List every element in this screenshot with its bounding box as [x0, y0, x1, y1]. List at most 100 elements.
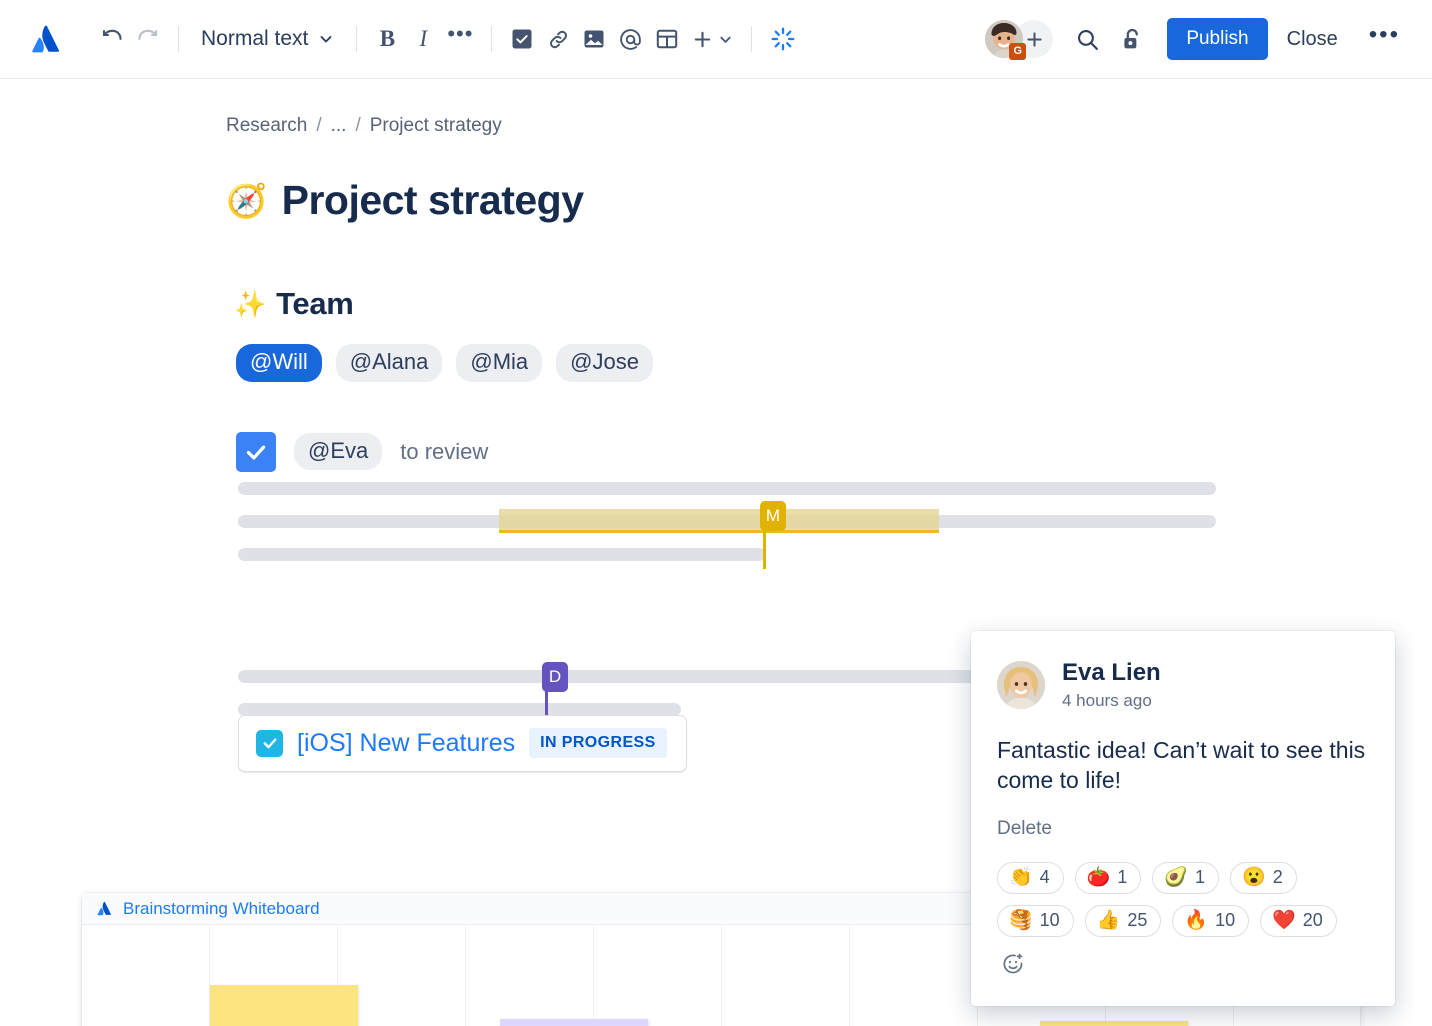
unlock-icon	[1124, 28, 1139, 48]
image-icon	[584, 30, 604, 48]
editor-toolbar: Normal text B I ••• G Publish Close •••	[0, 0, 1432, 79]
compass-emoji-icon[interactable]: 🧭	[226, 184, 267, 217]
reaction-clap[interactable]: 👏 4	[997, 861, 1064, 894]
check-icon	[246, 445, 266, 460]
close-button[interactable]: Close	[1272, 19, 1353, 60]
table-button[interactable]	[649, 21, 685, 57]
sparkles-emoji-icon: ✨	[234, 289, 267, 319]
plus-icon	[695, 31, 711, 47]
more-formatting-button[interactable]: •••	[441, 21, 479, 57]
undo-button[interactable]	[94, 21, 130, 57]
jira-issue-card[interactable]: [iOS] New Features IN PROGRESS	[238, 715, 687, 772]
bold-label: B	[379, 26, 396, 51]
reaction-heart[interactable]: ❤️ 20	[1260, 904, 1337, 937]
breadcrumb-separator: /	[316, 115, 322, 136]
page-title-text: Project strategy	[281, 177, 584, 223]
at-mention-icon	[620, 28, 642, 50]
mention-chip-mia[interactable]: @Mia	[456, 344, 543, 382]
image-button[interactable]	[576, 21, 612, 57]
heart-emoji-icon: ❤️	[1272, 909, 1296, 931]
publish-button[interactable]: Publish	[1167, 18, 1268, 60]
toolbar-divider	[751, 26, 753, 52]
reaction-thumbsup[interactable]: 👍 25	[1084, 904, 1162, 937]
cursor-initial: M	[765, 505, 781, 525]
reaction-count: 2	[1272, 866, 1283, 887]
placeholder-bar	[238, 481, 1216, 495]
sticky-note[interactable]: Make sure to share with sales before the…	[500, 1019, 648, 1026]
reaction-surprised[interactable]: 😮 2	[1230, 861, 1297, 894]
atlassian-logo-icon[interactable]	[26, 19, 66, 59]
breadcrumb: Research / ... / Project strategy	[226, 115, 1432, 137]
team-heading-text: Team	[276, 286, 354, 321]
placeholder-bar	[238, 702, 681, 716]
text-highlight-selection	[499, 508, 939, 533]
restrictions-button[interactable]	[1114, 21, 1151, 57]
mention-chip-alana[interactable]: @Alana	[335, 344, 443, 382]
action-item-row: @Eva to review	[236, 431, 1432, 472]
page-title[interactable]: 🧭 Project strategy	[226, 177, 1432, 224]
action-item-text: to review	[400, 438, 489, 464]
redo-button[interactable]	[130, 21, 166, 57]
comment-popup[interactable]: Eva Lien 4 hours ago Fantastic idea! Can…	[971, 631, 1395, 1006]
comment-author-avatar[interactable]	[997, 660, 1045, 709]
mention-chip-eva[interactable]: @Eva	[294, 432, 383, 471]
placeholder-bar	[238, 547, 765, 561]
bold-button[interactable]: B	[369, 21, 405, 57]
status-badge[interactable]: IN PROGRESS	[529, 728, 667, 758]
breadcrumb-separator: /	[355, 115, 361, 136]
cursor-initial: D	[548, 666, 562, 686]
comment-delete-link[interactable]: Delete	[997, 818, 1052, 840]
sticky-note[interactable]: Let’s make a project plan!	[210, 985, 358, 1026]
add-reaction-button[interactable]	[997, 948, 1029, 980]
atlassian-intelligence-button[interactable]	[764, 21, 802, 57]
avatar[interactable]: G	[985, 20, 1027, 60]
pancakes-emoji-icon: 🥞	[1009, 909, 1033, 931]
reaction-count: 4	[1039, 866, 1050, 887]
text-style-dropdown[interactable]: Normal text	[191, 20, 344, 58]
reaction-pancakes[interactable]: 🥞 10	[997, 904, 1074, 937]
search-button[interactable]	[1069, 21, 1106, 57]
breadcrumb-item-2[interactable]: Project strategy	[370, 115, 502, 137]
more-actions-button[interactable]: •••	[1359, 23, 1410, 53]
mention-chip-jose[interactable]: @Jose	[556, 344, 653, 382]
table-icon	[657, 29, 678, 49]
text-style-label: Normal text	[201, 27, 309, 50]
comment-author-info: Eva Lien 4 hours ago	[1062, 659, 1161, 711]
comment-header: Eva Lien 4 hours ago	[997, 659, 1369, 711]
surprised-emoji-icon: 😮	[1242, 866, 1266, 888]
reaction-count: 20	[1302, 909, 1323, 930]
reaction-fire[interactable]: 🔥 10	[1172, 904, 1250, 937]
plus-icon	[1027, 31, 1042, 47]
breadcrumb-item-0[interactable]: Research	[226, 115, 307, 137]
chevron-down-icon	[720, 36, 732, 43]
collaborator-cursor-d: D	[542, 661, 568, 692]
comment-timestamp: 4 hours ago	[1062, 690, 1152, 710]
reaction-count: 1	[1117, 866, 1128, 887]
action-item-checkbox[interactable]	[236, 431, 276, 472]
italic-label: I	[419, 26, 428, 51]
team-heading: ✨ Team	[234, 286, 1432, 322]
whiteboard-title[interactable]: Brainstorming Whiteboard	[123, 899, 320, 919]
clap-emoji-icon: 👏	[1009, 866, 1033, 888]
team-mentions: @Will @Alana @Mia @Jose	[236, 344, 1432, 382]
avatar-badge: G	[1009, 43, 1027, 60]
comment-author-name: Eva Lien	[1062, 659, 1161, 686]
fire-emoji-icon: 🔥	[1184, 909, 1209, 931]
atlassian-logo-icon	[97, 901, 112, 916]
reaction-avocado[interactable]: 🥑 1	[1152, 861, 1220, 894]
jira-issue-checkbox[interactable]	[256, 729, 283, 757]
collaborator-avatars: G	[985, 20, 1054, 60]
thumbsup-emoji-icon: 👍	[1096, 909, 1121, 931]
mention-button[interactable]	[612, 21, 649, 57]
mention-chip-will[interactable]: @Will	[236, 344, 322, 382]
reaction-count: 25	[1127, 909, 1148, 930]
reaction-count: 10	[1039, 909, 1060, 930]
sticky-note[interactable]: Invite the team to a group call	[1040, 1021, 1188, 1026]
insert-button[interactable]	[685, 21, 739, 57]
reaction-tomato[interactable]: 🍅 1	[1074, 861, 1142, 894]
breadcrumb-item-1[interactable]: ...	[331, 115, 347, 137]
jira-issue-title[interactable]: [iOS] New Features	[297, 729, 515, 758]
link-button[interactable]	[540, 21, 576, 57]
action-item-button[interactable]	[504, 21, 540, 57]
italic-button[interactable]: I	[405, 21, 441, 57]
